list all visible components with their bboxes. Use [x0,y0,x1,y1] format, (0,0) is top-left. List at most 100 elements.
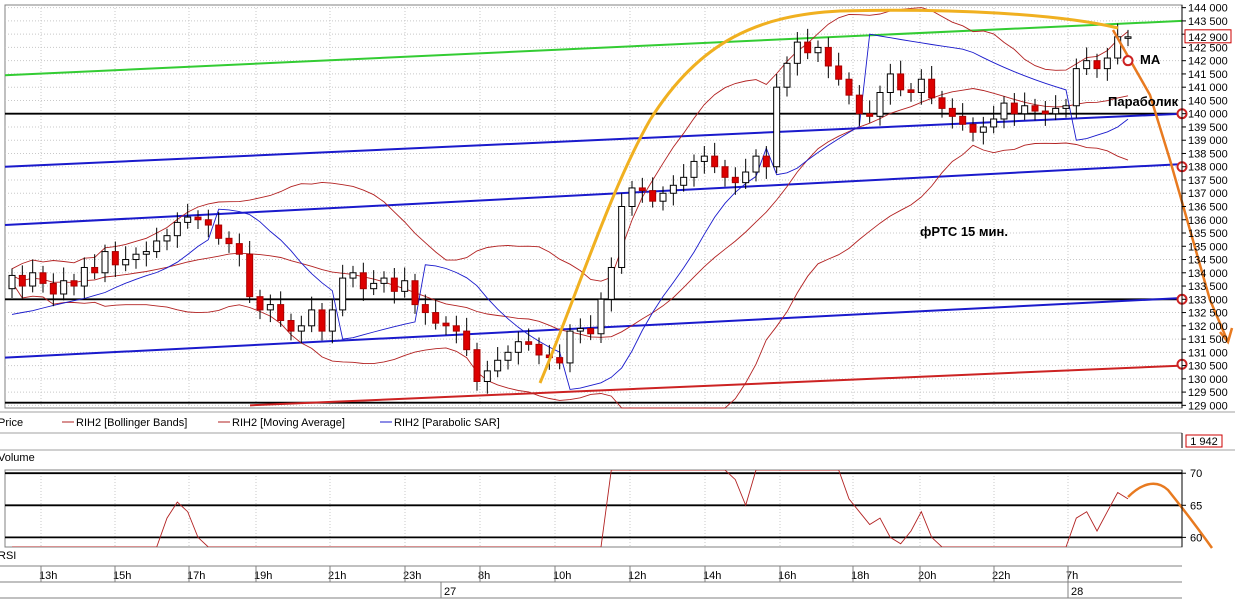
price-tick-label: 129 000 [1188,400,1228,412]
candle-up [742,171,750,184]
price-axis: 129 000129 500130 000130 500 131 000131 5… [1181,3,1228,412]
candle-up [628,187,636,208]
candle-down [731,176,739,184]
time-tick-label: 17h [187,570,205,582]
time-tick-label: 21h [328,570,346,582]
candle-up [1124,36,1132,39]
candle-down [1010,102,1018,115]
candle-up [1000,102,1008,120]
candle-down [855,94,863,115]
candle-down [1093,60,1101,70]
candle-up [793,41,801,64]
candle-down [835,65,843,80]
candle-down [39,272,47,284]
candle-up [80,266,88,287]
time-tick-label: 15h [113,570,131,582]
candle-up [8,274,16,290]
candle-up [349,272,357,279]
candle-up [142,251,150,255]
candle-down [463,330,471,351]
annotation-ma: МА [1140,52,1161,67]
candle-down [525,341,533,345]
price-tick-label: 131 000 [1188,347,1228,359]
last-price-tag: 142 900 [1184,29,1232,44]
candle-down [711,155,719,168]
candle-up [163,235,171,242]
candle-up [494,359,502,372]
price-tick-label: 137 000 [1188,188,1228,200]
candle-up [597,298,605,335]
candle-down [91,266,99,274]
candle-down [866,113,874,117]
time-tick-label: 20h [918,570,936,582]
candle-up [153,240,161,253]
candle-down [959,115,967,125]
price-tick-label: 133 000 [1188,294,1228,306]
candle-down [256,296,264,311]
candle-up [773,86,781,168]
price-tick-label: 135 000 [1188,241,1228,253]
rsi-tick-label: 60 [1190,532,1202,544]
candle-up [1103,57,1111,70]
candle-up [814,46,822,54]
candle-up [60,280,68,295]
price-tick-label: 131 500 [1188,334,1228,346]
candle-down [1041,110,1049,115]
candle-up [401,280,409,292]
price-tick-label: 130 500 [1188,361,1228,373]
rsi-label: RSI [0,550,16,562]
candle-up [339,277,347,311]
candle-up [1052,107,1060,115]
candle-up [1072,68,1080,107]
date-label: 28 [1071,586,1083,598]
price-tick-label: 141 000 [1188,82,1228,94]
candle-down [194,216,202,221]
candle-up [680,176,688,186]
candle-down [1031,105,1039,112]
candle-down [70,280,78,287]
candle-down [824,46,832,67]
price-tick-label: 139 000 [1188,135,1228,147]
candle-down [452,325,460,332]
chart-root: 129 000129 500130 000130 500 131 000131 5… [0,0,1235,600]
candle-up [752,155,760,173]
candle-down [432,312,440,324]
candle-down [762,155,770,168]
candle-up [132,253,140,261]
candle-down [638,187,646,192]
time-tick-label: 10h [553,570,571,582]
time-tick-label: 23h [403,570,421,582]
candle-up [101,251,109,274]
candle-down [421,304,429,314]
price-tick-label: 135 500 [1188,228,1228,240]
price-tick-label: 132 000 [1188,321,1228,333]
candle-down [111,251,119,266]
candle-down [287,320,295,332]
candle-down [907,89,915,93]
candle-up [1062,105,1070,109]
candle-down [721,166,729,178]
price-tick-label: 133 500 [1188,281,1228,293]
candle-up [29,272,37,287]
candle-down [215,224,223,239]
price-tick-label: 140 500 [1188,95,1228,107]
date-label: 27 [444,586,456,598]
candle-down [473,349,481,382]
price-tick-label: 129 500 [1188,387,1228,399]
candle-up [122,259,130,266]
candle-up [370,282,378,290]
candle-up [783,62,791,88]
candle-up [1083,60,1091,70]
candle-down [411,280,419,306]
candle-down [556,357,564,364]
annotation-title: фРТС 15 мин. [920,224,1008,239]
candle-down [928,78,936,99]
candle-down [804,41,812,54]
time-tick-labels: 13h 15h 17h 19h 21h 23h 8h 10h 12h 14h 16h 18h 20h 22… [39,570,1078,582]
candle-down [246,253,254,298]
candle-down [845,78,853,96]
candle-up [380,277,388,284]
candle-up [1021,105,1029,115]
price-tick-label: 143 500 [1188,16,1228,28]
price-tick-label: 134 500 [1188,255,1228,267]
